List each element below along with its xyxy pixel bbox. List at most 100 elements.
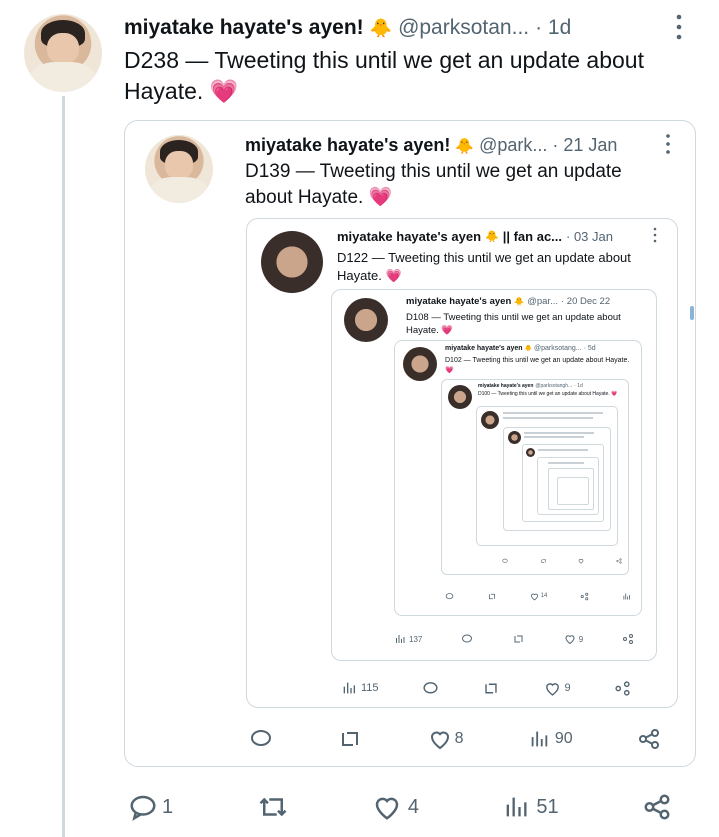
quote-avatar [145, 135, 213, 203]
quote-timestamp: · 03 Jan [566, 229, 613, 244]
quoted-tweet-nested[interactable] [557, 477, 589, 505]
quoted-tweet[interactable]: miyatake hayate's ayen! 🐥 @park... · 21 … [124, 120, 696, 767]
quote-header: miyatake hayate's ayen @parksotangh... ·… [478, 383, 626, 389]
quoted-tweet-nested[interactable] [548, 468, 594, 510]
more-icon[interactable] [651, 227, 659, 248]
quoted-tweet-nested[interactable]: miyatake hayate's ayen 🐥 @parksotang... … [394, 340, 642, 616]
quote-text-placeholder [524, 432, 594, 434]
quoted-tweet-nested[interactable]: miyatake hayate's ayen 🐥 || fan ac... · … [246, 218, 678, 708]
quoted-tweet-nested[interactable]: miyatake hayate's ayen 🐥 @par... · 20 De… [331, 289, 657, 661]
reply-icon[interactable] [502, 558, 508, 564]
like-button[interactable]: 14 [530, 592, 547, 601]
like-button[interactable]: 9 [544, 680, 571, 697]
like-count: 9 [578, 634, 584, 644]
more-icon[interactable] [663, 133, 673, 160]
heart-emoji-icon: 💗 [611, 391, 618, 397]
reply-icon[interactable] [422, 680, 439, 697]
quoted-tweet-nested[interactable] [476, 406, 618, 546]
retweet-icon[interactable] [257, 792, 289, 822]
quote-display-name: miyatake hayate's ayen! [245, 135, 451, 155]
quoted-tweet-nested[interactable]: miyatake hayate's ayen @parksotangh... ·… [441, 379, 629, 575]
quote-timestamp: · 20 Dec 22 [561, 296, 611, 307]
retweet-icon[interactable] [337, 727, 363, 751]
quoted-tweet-nested[interactable] [503, 427, 611, 531]
quote-text-placeholder [503, 412, 603, 414]
quote-text: D108 — Tweeting this until we get an upd… [406, 312, 621, 336]
quote-avatar [403, 347, 437, 381]
like-count: 4 [407, 795, 419, 818]
share-icon[interactable] [622, 633, 634, 645]
quote-header: miyatake hayate's ayen 🐥 @par... · 20 De… [406, 296, 646, 307]
reply-icon[interactable] [445, 592, 454, 601]
display-name[interactable]: miyatake hayate's ayen! [124, 16, 364, 40]
more-icon[interactable] [672, 12, 686, 42]
views-icon [396, 635, 405, 643]
quote-bio-suffix: || fan ac... [502, 229, 563, 244]
retweet-icon[interactable] [540, 558, 547, 564]
quote-action-bar: 115 9 [341, 677, 631, 699]
like-button[interactable]: 8 [428, 727, 464, 751]
like-button[interactable]: 9 [564, 633, 583, 645]
quote-handle: @parksotang... [534, 345, 582, 352]
quote-timestamp: · 1d [574, 383, 583, 389]
avatar[interactable] [24, 14, 102, 92]
quote-header: miyatake hayate's ayen 🐥 || fan ac... · … [337, 229, 637, 244]
share-icon[interactable] [580, 592, 589, 601]
views-button[interactable]: 51 [502, 793, 559, 821]
retweet-icon[interactable] [512, 633, 525, 645]
like-icon [545, 682, 559, 696]
views-icon[interactable] [622, 592, 631, 601]
timestamp[interactable]: · 1d [535, 16, 571, 40]
like-icon [375, 797, 399, 820]
quote-text: D100 — Tweeting this until we get an upd… [478, 391, 618, 397]
reply-button[interactable]: 1 [128, 792, 173, 822]
quote-action-bar: 8 90 [249, 725, 661, 753]
quote-avatar [344, 298, 388, 342]
like-icon[interactable] [578, 558, 584, 564]
views-button[interactable]: 115 [341, 680, 379, 696]
thread-line [62, 96, 65, 837]
quote-handle: @par... [527, 296, 558, 307]
quoted-tweet-nested[interactable] [537, 457, 599, 515]
view-count: 137 [409, 634, 423, 644]
tweet-action-bar: 1 4 51 [128, 790, 672, 824]
quote-display-name: miyatake hayate's ayen [406, 296, 512, 307]
heart-emoji-icon: 💗 [368, 187, 393, 208]
quote-display-name: miyatake hayate's ayen [337, 229, 482, 244]
reply-icon[interactable] [249, 727, 273, 751]
quote-text-placeholder [503, 417, 593, 419]
quote-text: D102 — Tweeting this until we get an upd… [445, 357, 630, 374]
reply-icon[interactable] [461, 633, 473, 645]
views-button[interactable]: 90 [528, 728, 573, 750]
share-icon[interactable] [642, 792, 672, 822]
heart-emoji-icon: 💗 [441, 325, 454, 336]
views-button[interactable]: 137 [394, 633, 422, 645]
quote-avatar [448, 385, 472, 409]
share-icon[interactable] [614, 680, 631, 697]
handle[interactable]: @parksotan... [398, 16, 529, 40]
like-icon [530, 593, 538, 600]
quote-action-bar: 14 [445, 589, 631, 603]
quote-action-bar [502, 556, 622, 566]
quote-handle: @park... [479, 135, 548, 155]
quote-display-name: miyatake hayate's ayen [445, 345, 523, 352]
share-icon[interactable] [637, 727, 661, 751]
like-button[interactable]: 4 [372, 792, 419, 822]
quote-header: miyatake hayate's ayen 🐥 @parksotang... … [445, 345, 635, 352]
retweet-icon[interactable] [487, 592, 497, 601]
scrollbar-thumb[interactable] [690, 306, 694, 320]
chick-emoji-icon: 🐥 [485, 231, 499, 243]
chick-emoji-icon: 🐥 [455, 137, 475, 155]
quote-text: D122 — Tweeting this until we get an upd… [337, 250, 631, 283]
tweet-header: miyatake hayate's ayen! 🐥 @parksotan... … [124, 14, 704, 42]
quote-text-placeholder [538, 449, 588, 451]
views-icon [343, 682, 355, 694]
chick-emoji-icon: 🐥 [524, 346, 533, 352]
quote-handle: @parksotangh... [535, 383, 573, 389]
quoted-tweet-nested[interactable] [522, 444, 604, 522]
retweet-icon[interactable] [482, 680, 500, 697]
view-count: 90 [554, 730, 573, 747]
quote-timestamp: · 5d [583, 345, 596, 352]
share-icon[interactable] [616, 558, 622, 564]
like-icon [430, 731, 449, 750]
